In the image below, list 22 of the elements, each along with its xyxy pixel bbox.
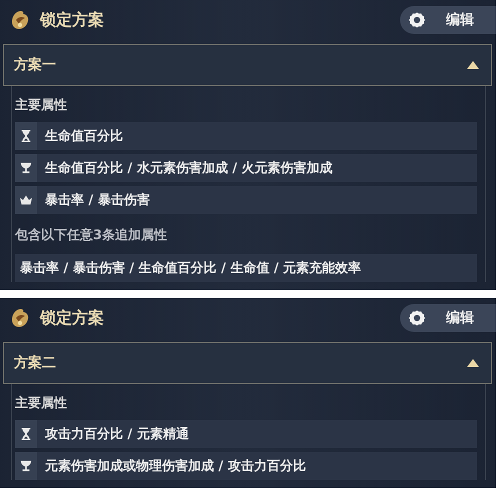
edit-button[interactable]: 编辑 — [400, 6, 496, 34]
stat-text: 暴击率 / 暴击伤害 — [45, 192, 150, 209]
stat-text: 暴击率 / 暴击伤害 / 生命值百分比 / 生命值 / 元素充能效率 — [20, 260, 362, 277]
hourglass-icon — [20, 130, 32, 142]
scheme-dropdown[interactable]: 方案二 — [3, 342, 492, 384]
section-label: 主要属性 — [15, 394, 68, 412]
settings-icon — [408, 309, 426, 327]
section-label: 包含以下任意3条追加属性 — [15, 226, 168, 244]
stat-text: 攻击力百分比 / 元素精通 — [45, 426, 189, 443]
goblet-icon — [20, 162, 32, 174]
panel-title: 锁定方案 — [40, 10, 105, 30]
hourglass-icon — [20, 428, 32, 440]
stat-text: 生命值百分比 / 水元素伤害加成 / 火元素伤害加成 — [45, 160, 333, 177]
edit-button[interactable]: 编辑 — [400, 304, 496, 332]
section-label: 主要属性 — [15, 96, 68, 114]
crown-icon — [20, 194, 32, 206]
stat-text: 生命值百分比 — [45, 128, 123, 145]
panel-title: 锁定方案 — [40, 308, 105, 328]
settings-icon — [408, 11, 426, 29]
stat-text: 元素伤害加成或物理伤害加成 / 攻击力百分比 — [45, 458, 306, 475]
scheme-dropdown[interactable]: 方案一 — [3, 44, 492, 86]
goblet-icon — [20, 460, 32, 472]
